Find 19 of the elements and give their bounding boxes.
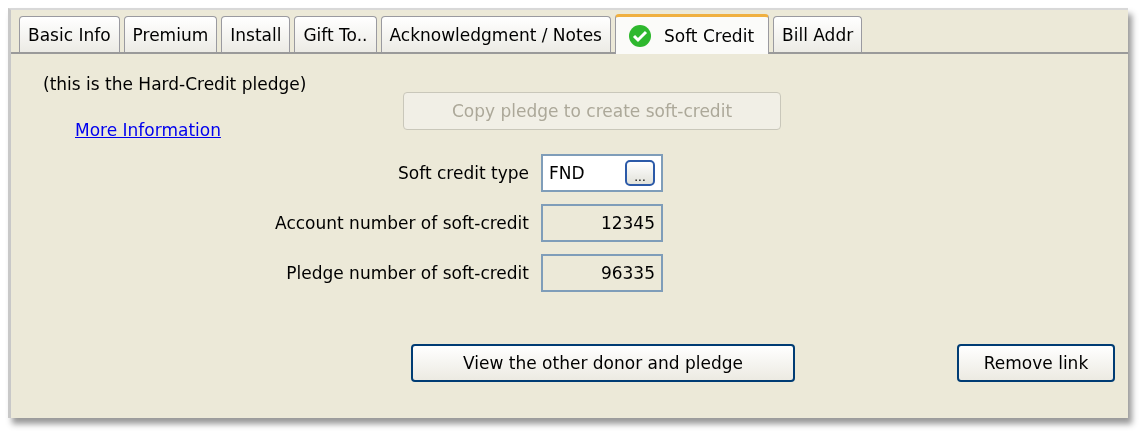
more-information-link[interactable]: More Information [75,120,221,140]
browse-button[interactable]: ... [625,160,655,186]
check-icon [627,23,652,48]
input-field[interactable]: 96335 [541,254,663,292]
field-label: Soft credit type [397,163,529,183]
tab[interactable]: Acknowledgment / Notes [380,16,611,52]
tab[interactable]: Gift To.. [294,16,377,52]
field-label: Account number of soft-credit [274,213,529,233]
input-field[interactable]: FND ... [541,154,663,192]
tab[interactable]: Basic Info [19,16,120,52]
tab[interactable]: Premium [123,16,218,52]
tab[interactable]: Bill Addr [773,16,863,52]
input-field[interactable]: 12345 [541,204,663,242]
view-donor-button[interactable]: View the other donor and pledge [411,344,795,382]
tab[interactable]: Soft Credit [614,14,770,54]
tab[interactable]: Install [221,16,291,52]
note-text: (this is the Hard-Credit pledge) [43,74,308,94]
field-label: Pledge number of soft-credit [285,263,529,283]
remove-link-button[interactable]: Remove link [957,344,1115,382]
